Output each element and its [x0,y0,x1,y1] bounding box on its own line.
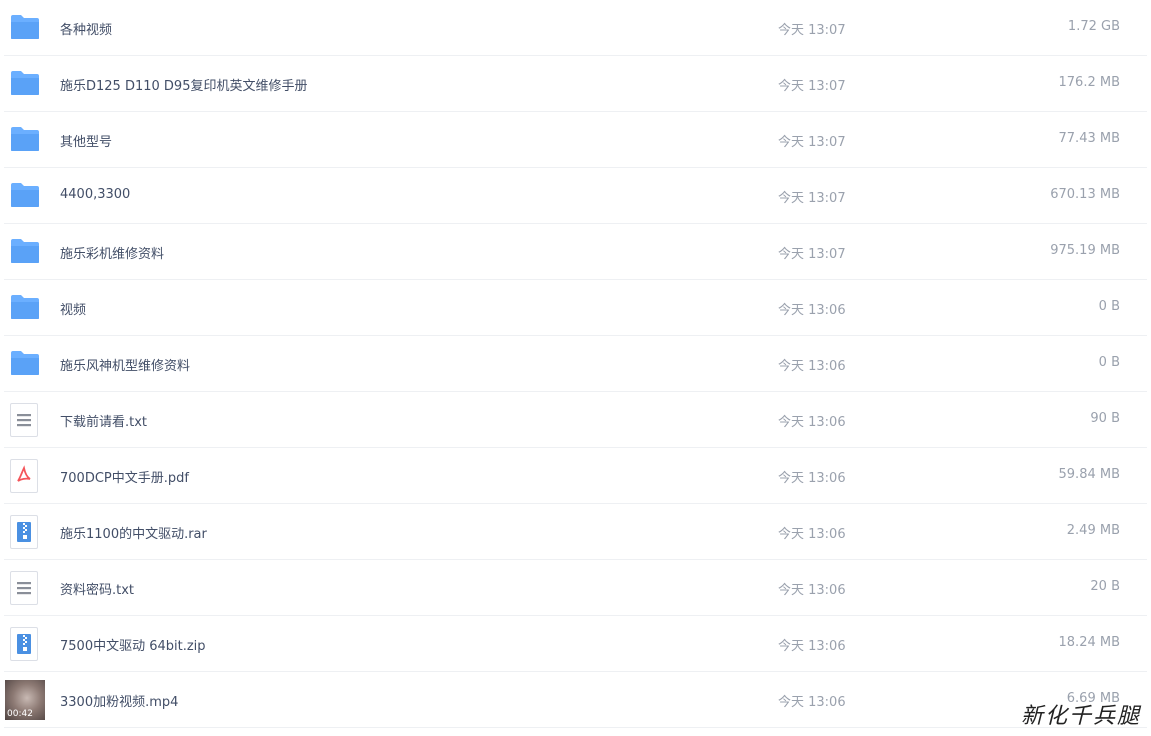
file-name-link[interactable]: 施乐1100的中文驱动.rar [60,523,207,542]
file-row[interactable]: 施乐风神机型维修资料 今天 13:06 0 B [4,336,1147,392]
file-size: 90 B [1090,411,1120,426]
file-list: 各种视频 今天 13:07 1.72 GB 施乐D125 D110 D95复印机英文维… [0,0,1151,728]
file-size: 77.43 MB [1058,131,1120,146]
file-name-link[interactable]: 下载前请看.txt [60,411,147,430]
file-modified-time: 今天 13:07 [778,23,846,38]
folder-icon [10,291,42,325]
file-size: 1.72 GB [1067,19,1120,34]
archive-file-icon [10,627,42,661]
file-row[interactable]: 施乐1100的中文驱动.rar 今天 13:06 2.49 MB [4,504,1147,560]
file-modified-time: 今天 13:06 [778,415,846,430]
file-modified-time: 今天 13:06 [778,583,846,598]
file-row[interactable]: 视频 今天 13:06 0 B [4,280,1147,336]
file-name-link[interactable]: 其他型号 [60,131,112,150]
file-size: 975.19 MB [1050,243,1120,258]
file-row[interactable]: 下载前请看.txt 今天 13:06 90 B [4,392,1147,448]
file-name-link[interactable]: 施乐彩机维修资料 [60,243,164,262]
file-modified-time: 今天 13:07 [778,135,846,150]
folder-icon [10,67,42,101]
file-size: 2.49 MB [1066,523,1120,538]
video-duration: 00:42 [7,709,33,719]
file-name-link[interactable]: 4400,3300 [60,187,130,202]
folder-icon [10,11,42,45]
file-name-link[interactable]: 7500中文驱动 64bit.zip [60,635,206,654]
file-modified-time: 今天 13:07 [778,247,846,262]
file-size: 176.2 MB [1058,75,1120,90]
file-modified-time: 今天 13:06 [778,527,846,542]
file-size: 20 B [1090,579,1120,594]
file-row[interactable]: 各种视频 今天 13:07 1.72 GB [4,0,1147,56]
file-row[interactable]: 00:42 3300加粉视频.mp4 今天 13:06 6.69 MB [4,672,1147,728]
file-name-link[interactable]: 视频 [60,299,86,318]
file-modified-time: 今天 13:06 [778,471,846,486]
file-row[interactable]: 施乐彩机维修资料 今天 13:07 975.19 MB [4,224,1147,280]
file-modified-time: 今天 13:06 [778,639,846,654]
folder-icon [10,347,42,381]
file-name-link[interactable]: 施乐风神机型维修资料 [60,355,190,374]
file-name-link[interactable]: 3300加粉视频.mp4 [60,691,178,710]
file-size: 18.24 MB [1058,635,1120,650]
file-row[interactable]: 施乐D125 D110 D95复印机英文维修手册 今天 13:07 176.2 MB [4,56,1147,112]
file-row[interactable]: 资料密码.txt 今天 13:06 20 B [4,560,1147,616]
watermark: 新化千兵腿 [1020,704,1141,729]
file-modified-time: 今天 13:06 [778,359,846,374]
folder-icon [10,235,42,269]
file-size: 0 B [1098,299,1120,314]
file-name-link[interactable]: 施乐D125 D110 D95复印机英文维修手册 [60,75,307,94]
file-modified-time: 今天 13:06 [778,695,846,710]
file-size: 59.84 MB [1058,467,1120,482]
file-name-link[interactable]: 资料密码.txt [60,579,134,598]
folder-icon [10,123,42,157]
file-row[interactable]: 7500中文驱动 64bit.zip 今天 13:06 18.24 MB [4,616,1147,672]
text-file-icon [10,571,42,605]
folder-icon [10,179,42,213]
text-file-icon [10,403,42,437]
file-row[interactable]: 4400,3300 今天 13:07 670.13 MB [4,168,1147,224]
file-row[interactable]: 其他型号 今天 13:07 77.43 MB [4,112,1147,168]
archive-file-icon [10,515,42,549]
file-name-link[interactable]: 各种视频 [60,19,112,38]
file-row[interactable]: 700DCP中文手册.pdf 今天 13:06 59.84 MB [4,448,1147,504]
file-size: 670.13 MB [1050,187,1120,202]
file-name-link[interactable]: 700DCP中文手册.pdf [60,467,189,486]
pdf-file-icon [10,459,42,493]
file-size: 0 B [1098,355,1120,370]
file-modified-time: 今天 13:07 [778,79,846,94]
file-modified-time: 今天 13:07 [778,191,846,206]
file-modified-time: 今天 13:06 [778,303,846,318]
video-thumbnail[interactable]: 00:42 [5,680,45,720]
